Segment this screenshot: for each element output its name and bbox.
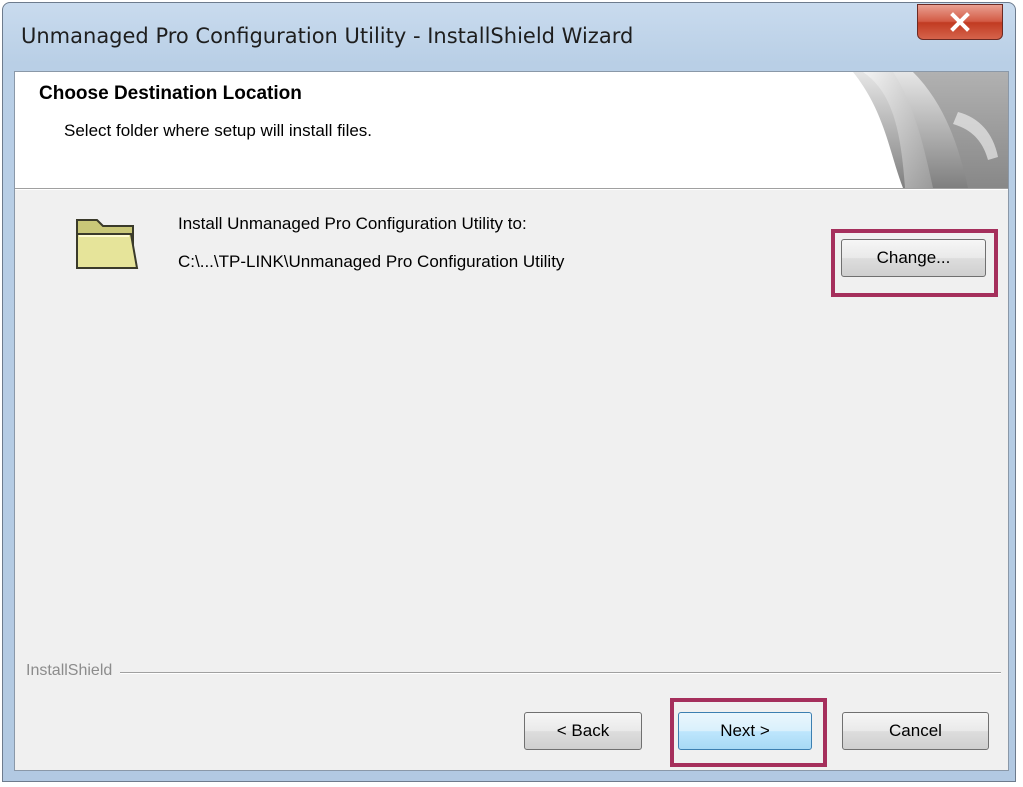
install-path: C:\...\TP-LINK\Unmanaged Pro Configurati… xyxy=(178,252,565,271)
footer-divider xyxy=(26,672,1001,674)
close-icon xyxy=(950,12,970,32)
back-button[interactable]: < Back xyxy=(524,712,642,750)
header-panel: Choose Destination Location Select folde… xyxy=(15,72,1008,188)
next-button[interactable]: Next > xyxy=(678,712,812,750)
dialog-client-area: Choose Destination Location Select folde… xyxy=(14,71,1009,771)
window-title: Unmanaged Pro Configuration Utility - In… xyxy=(21,24,634,48)
cancel-button[interactable]: Cancel xyxy=(842,712,989,750)
title-bar[interactable]: Unmanaged Pro Configuration Utility - In… xyxy=(3,3,1015,71)
page-title: Choose Destination Location xyxy=(39,83,302,104)
change-button[interactable]: Change... xyxy=(841,239,986,277)
folder-icon xyxy=(76,219,139,269)
installshield-label: InstallShield xyxy=(26,662,121,680)
installshield-branding: InstallShield xyxy=(26,662,1001,682)
header-divider xyxy=(15,188,1008,190)
close-button[interactable] xyxy=(917,4,1003,40)
install-location-label: Install Unmanaged Pro Configuration Util… xyxy=(178,214,527,233)
header-art-graphic xyxy=(853,72,1008,188)
page-subtitle: Select folder where setup will install f… xyxy=(64,121,373,140)
installer-window: Unmanaged Pro Configuration Utility - In… xyxy=(2,2,1016,782)
